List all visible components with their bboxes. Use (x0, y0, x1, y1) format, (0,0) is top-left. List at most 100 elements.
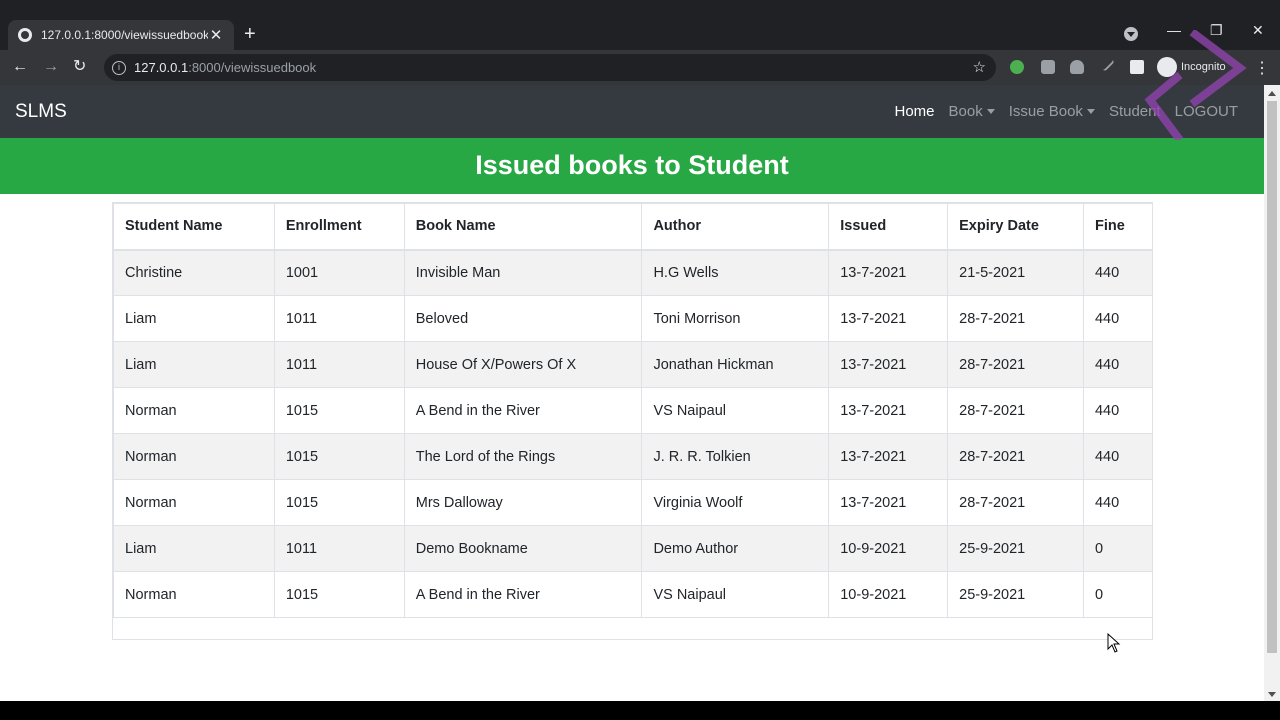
scrollbar-thumb[interactable] (1267, 101, 1277, 653)
table-cell: 1011 (273, 295, 405, 342)
table-row: Liam 1011 House Of X/Powers Of X Jonathan H… (113, 341, 1154, 388)
bookmark-star-icon[interactable]: ☆ (973, 58, 986, 76)
table-cell: Virginia Woolf (641, 479, 830, 526)
table-cell: Mrs Dalloway (403, 479, 643, 526)
page-viewport: SLMS Home Book Issue Book Student LOGOUT Iss… (0, 85, 1264, 701)
column-header: Fine (1082, 203, 1154, 251)
table-cell: A Bend in the River (403, 387, 643, 434)
bottom-edge (0, 701, 1280, 720)
table-cell: Liam (113, 341, 275, 388)
nav-label: Home (894, 103, 935, 120)
table-cell: 1001 (273, 249, 405, 296)
table-cell: 21-5-2021 (947, 249, 1084, 296)
column-header: Enrollment (273, 203, 405, 251)
table-cell: Christine (113, 249, 275, 296)
url-path: :8000/viewissuedbook (188, 60, 317, 75)
pen-extension-icon[interactable] (1099, 56, 1115, 72)
table-cell: VS Naipaul (641, 387, 830, 434)
table-cell: 10-9-2021 (828, 525, 949, 572)
table-cell: 440 (1082, 387, 1154, 434)
extension-icon[interactable] (1010, 60, 1024, 74)
menu-kebab-icon[interactable]: ⋮ (1254, 58, 1270, 78)
globe-icon (18, 28, 32, 42)
table-row: Norman 1015 A Bend in the River VS Naipaul 1… (113, 571, 1154, 618)
table-cell: Liam (113, 295, 275, 342)
table-cell: 1011 (273, 525, 405, 572)
browser-tab[interactable]: 127.0.0.1:8000/viewissuedbook ✕ (8, 20, 234, 50)
table-row: Christine 1001 Invisible Man H.G Wells 13-7-… (113, 249, 1154, 296)
table-cell: A Bend in the River (403, 571, 643, 618)
table-row: Norman 1015 A Bend in the River VS Naipaul 1… (113, 387, 1154, 434)
nav-home[interactable]: Home (895, 103, 935, 120)
table-cell: Liam (113, 525, 275, 572)
table-cell: 13-7-2021 (828, 433, 949, 480)
scroll-up-icon[interactable] (1268, 91, 1276, 96)
table-cell: 25-9-2021 (947, 571, 1084, 618)
table-cell: 1015 (273, 387, 405, 434)
table-cell: 13-7-2021 (828, 387, 949, 434)
table-cell: 440 (1082, 249, 1154, 296)
chevron-watermark-icon (1144, 30, 1247, 140)
nav-book[interactable]: Book (949, 103, 995, 120)
column-header: Issued (828, 203, 949, 251)
site-brand[interactable]: SLMS (15, 101, 67, 123)
tab-search-icon[interactable] (1124, 27, 1138, 41)
table-cell: 28-7-2021 (947, 295, 1084, 342)
issued-books-table: Student Name Enrollment Book Name Author Iss… (113, 203, 1154, 640)
back-icon[interactable]: ← (12, 57, 28, 77)
column-header: Expiry Date (947, 203, 1084, 251)
table-cell: 28-7-2021 (947, 479, 1084, 526)
table-header-row: Student Name Enrollment Book Name Author Iss… (113, 203, 1154, 251)
column-header: Book Name (403, 203, 643, 251)
issued-books-table-container: Student Name Enrollment Book Name Author Iss… (112, 202, 1154, 640)
table-cell: 440 (1082, 295, 1154, 342)
empty-row (114, 618, 1153, 640)
table-cell: Beloved (403, 295, 643, 342)
nav-issue-book[interactable]: Issue Book (1009, 103, 1095, 120)
reload-icon[interactable]: ↻ (73, 57, 86, 77)
table-cell: Demo Bookname (403, 525, 643, 572)
table-cell: 0 (1082, 525, 1154, 572)
table-cell: H.G Wells (641, 249, 830, 296)
scroll-down-icon[interactable] (1268, 692, 1276, 697)
table-row: Norman 1015 Mrs Dalloway Virginia Woolf 13-7… (113, 479, 1154, 526)
table-cell: Norman (113, 479, 275, 526)
table-cell: 1011 (273, 341, 405, 388)
column-header: Author (641, 203, 830, 251)
table-cell: 440 (1082, 479, 1154, 526)
nav-label: Book (948, 103, 983, 120)
table-row: Liam 1011 Beloved Toni Morrison 13-7-2021 28-… (113, 295, 1154, 342)
close-window-icon[interactable]: ✕ (1252, 22, 1264, 39)
address-bar[interactable]: i 127.0.0.1 :8000/viewissuedbook ☆ (104, 54, 996, 81)
site-navbar: SLMS Home Book Issue Book Student LOGOUT (0, 85, 1264, 138)
browser-toolbar: ← → ↻ i 127.0.0.1 :8000/viewissuedbook ☆… (0, 50, 1280, 85)
vertical-scrollbar[interactable] (1264, 85, 1280, 701)
table-cell: 28-7-2021 (947, 341, 1084, 388)
table-cell: J. R. R. Tolkien (641, 433, 830, 480)
close-tab-icon[interactable]: ✕ (208, 26, 224, 44)
cloud-extension-icon[interactable] (1070, 60, 1084, 74)
table-cell: Norman (113, 571, 275, 618)
table-cell: 28-7-2021 (947, 387, 1084, 434)
table-cell: 28-7-2021 (947, 433, 1084, 480)
table-cell: The Lord of the Rings (403, 433, 643, 480)
camera-extension-icon[interactable] (1041, 60, 1055, 74)
nav-label: Issue Book (1008, 103, 1083, 120)
browser-window: 127.0.0.1:8000/viewissuedbook ✕ + — ❐ ✕ … (0, 0, 1280, 720)
table-cell: 13-7-2021 (828, 295, 949, 342)
site-info-icon[interactable]: i (112, 60, 126, 75)
table-cell: 1015 (273, 571, 405, 618)
new-tab-button[interactable]: + (244, 24, 256, 44)
caret-down-icon (986, 109, 995, 114)
tab-title: 127.0.0.1:8000/viewissuedbook (41, 28, 208, 42)
table-cell: Invisible Man (403, 249, 643, 296)
table-cell: 0 (1082, 571, 1154, 618)
table-cell: 10-9-2021 (828, 571, 949, 618)
table-cell: Norman (113, 387, 275, 434)
table-cell: 1015 (273, 479, 405, 526)
table-cell: 13-7-2021 (828, 341, 949, 388)
table-cell: VS Naipaul (641, 571, 830, 618)
forward-icon[interactable]: → (43, 57, 59, 77)
table-cell: 440 (1082, 341, 1154, 388)
table-row: Liam 1011 Demo Bookname Demo Author 10-9-202… (113, 525, 1154, 572)
